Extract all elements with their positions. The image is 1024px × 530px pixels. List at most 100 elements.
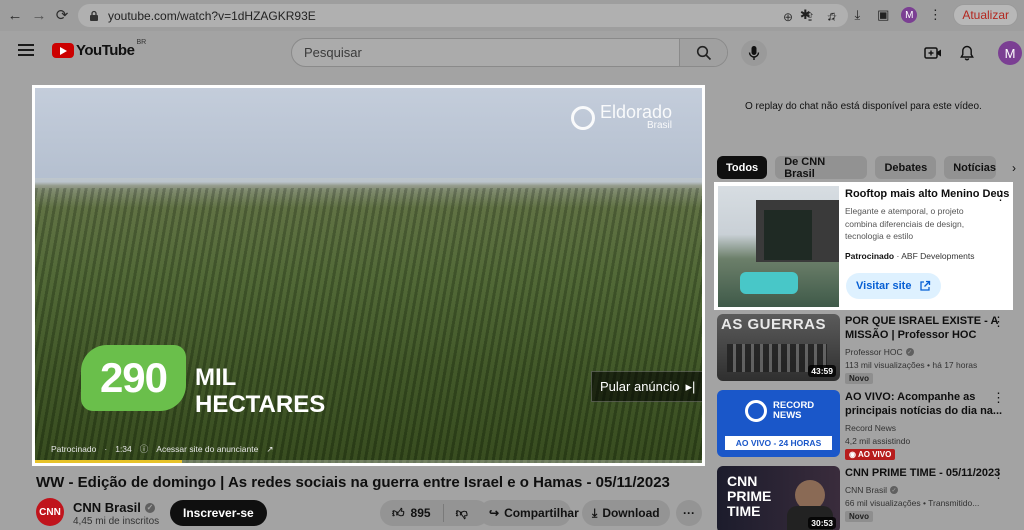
chat-replay-message: O replay do chat não está disponível par… xyxy=(745,101,982,112)
download-button[interactable]: ⤓ Download xyxy=(582,500,670,526)
more-horizontal-icon: ··· xyxy=(683,506,695,520)
advertiser-site-link[interactable]: Acessar site do anunciante xyxy=(156,444,258,454)
ad-title[interactable]: Rooftop mais alto Menino Deus xyxy=(845,188,1009,200)
new-badge: Novo xyxy=(845,511,873,522)
rec-thumb-sub: AO VIVO - 24 HORAS xyxy=(725,436,832,450)
rec-channel[interactable]: CNN Brasil xyxy=(845,485,887,495)
media-controls-icon[interactable]: ♫ xyxy=(823,7,839,23)
dislike-button[interactable]: 👎︎ xyxy=(444,506,480,521)
create-video-icon[interactable] xyxy=(920,40,946,66)
skip-ad-button[interactable]: Pular anúncio ▸| xyxy=(591,371,702,402)
recommendation-item[interactable]: CNN PRIME TIME 30:53 CNN PRIME TIME - 05… xyxy=(717,466,1017,530)
ad-info-icon[interactable]: ⓘ xyxy=(140,443,149,455)
rec-more-icon[interactable]: ⋮ xyxy=(992,314,1005,330)
subscriber-count: 4,45 mi de inscritos xyxy=(73,516,160,527)
address-bar[interactable]: youtube.com/watch?v=1dHZAGKR93E ⊕ ⇪ ☆ xyxy=(78,4,848,27)
rec-channel[interactable]: Professor HOC xyxy=(845,347,903,357)
skip-ad-label: Pular anúncio xyxy=(600,379,680,394)
like-dislike-group: 👍︎ 895 👎︎ xyxy=(380,500,489,526)
ad-sponsored-label: Patrocinado xyxy=(51,444,97,454)
channel-name-wrap: CNN Brasil ✓ xyxy=(73,500,155,515)
visit-site-button[interactable]: Visitar site xyxy=(846,273,942,299)
youtube-logo[interactable]: YouTube BR xyxy=(52,39,147,59)
ad-progress-fill xyxy=(35,460,182,463)
visit-site-label: Visitar site xyxy=(856,280,912,292)
recommendation-item[interactable]: RECORD NEWS AO VIVO - 24 HORAS AO VIVO: … xyxy=(717,390,1017,460)
channel-avatar[interactable]: CNN xyxy=(36,498,64,526)
download-icon: ⤓ xyxy=(592,505,598,520)
rec-title[interactable]: AO VIVO: Acompanhe as principais notícia… xyxy=(845,390,1005,418)
sponsored-ad-card[interactable]: Rooftop mais alto Menino Deus ⋮ Elegante… xyxy=(714,182,1013,310)
forward-icon[interactable]: → xyxy=(28,4,50,26)
like-button[interactable]: 👍︎ 895 xyxy=(380,504,444,522)
rec-more-icon[interactable]: ⋮ xyxy=(992,390,1005,406)
ad-thumbnail[interactable] xyxy=(718,186,839,307)
rec-thumbnail[interactable]: AS GUERRAS 43:59 xyxy=(717,314,840,381)
rec-title[interactable]: CNN PRIME TIME - 05/11/2023 xyxy=(845,466,1005,480)
watermark-name: Eldorado xyxy=(599,102,672,122)
recommendation-item[interactable]: AS GUERRAS 43:59 POR QUE ISRAEL EXISTE -… xyxy=(717,314,1017,384)
share-button[interactable]: ↪ Compartilhar xyxy=(479,500,579,526)
overlay-unit-line2: HECTARES xyxy=(195,391,326,418)
rec-thumb-text: CNN PRIME TIME xyxy=(727,473,772,519)
menu-icon[interactable] xyxy=(18,44,34,56)
chip-todos[interactable]: Todos xyxy=(717,156,768,179)
search-icon xyxy=(696,45,711,60)
chevron-right-icon[interactable]: › xyxy=(1004,156,1024,179)
ad-time: 1:34 xyxy=(115,444,132,454)
thumb-window xyxy=(764,210,812,260)
reload-icon[interactable]: ⟳ xyxy=(51,4,73,26)
rec-thumb-text: RECORD NEWS xyxy=(773,400,815,421)
rec-thumb-text: AS GUERRAS xyxy=(721,316,827,333)
voice-search-button[interactable] xyxy=(741,40,767,66)
rec-thumbnail[interactable]: RECORD NEWS AO VIVO - 24 HORAS xyxy=(717,390,840,457)
update-button[interactable]: Atualizar xyxy=(953,4,1018,26)
subscribe-button[interactable]: Inscrever-se xyxy=(170,500,267,526)
install-app-icon[interactable]: ⊕ xyxy=(780,9,796,25)
skip-next-icon: ▸| xyxy=(685,378,696,394)
rec-channel[interactable]: Record News xyxy=(845,423,896,433)
ad-info-bar: Patrocinado · 1:34 ⓘ Acessar site do anu… xyxy=(51,443,273,455)
rec-thumbnail[interactable]: CNN PRIME TIME 30:53 xyxy=(717,466,840,530)
chip-noticias[interactable]: Notícias e xyxy=(944,156,997,179)
search-box xyxy=(291,38,728,67)
downloads-icon[interactable]: ⤓ xyxy=(849,7,865,23)
chip-de-cnn-brasil[interactable]: De CNN Brasil xyxy=(775,156,868,180)
account-avatar[interactable]: M xyxy=(998,41,1022,65)
site-info-icon[interactable] xyxy=(88,10,100,22)
overlay-unit-line1: MIL xyxy=(195,364,237,391)
search-input[interactable] xyxy=(292,45,679,60)
verified-check-icon: ✓ xyxy=(905,348,914,356)
channel-name[interactable]: CNN Brasil xyxy=(73,500,141,515)
rec-more-icon[interactable]: ⋮ xyxy=(992,466,1005,482)
verified-check-icon: ✓ xyxy=(144,502,155,513)
youtube-play-icon xyxy=(52,43,74,58)
external-link-icon: ↗ xyxy=(266,443,274,454)
ad-meta: Patrocinado · ABF Developments xyxy=(845,251,974,261)
download-label: Download xyxy=(602,506,660,520)
video-player[interactable]: Eldorado Brasil 290 MIL HECTARES Pular a… xyxy=(35,88,702,463)
chip-debates[interactable]: Debates xyxy=(875,156,937,179)
kebab-menu-icon[interactable]: ⋮ xyxy=(927,7,943,23)
ad-progress-bar[interactable] xyxy=(35,460,702,463)
eldorado-logo-icon xyxy=(570,105,595,130)
thumbs-down-icon: 👎︎ xyxy=(455,505,468,520)
ad-dot: · xyxy=(104,444,108,454)
ad-more-icon[interactable]: ⋮ xyxy=(994,188,1007,204)
back-icon[interactable]: ← xyxy=(4,4,26,26)
duration-badge: 30:53 xyxy=(808,517,836,529)
rec-title[interactable]: POR QUE ISRAEL EXISTE - A MISSÃO | Profe… xyxy=(845,314,1005,342)
browser-profile-avatar[interactable]: M xyxy=(901,7,918,23)
more-actions-button[interactable]: ··· xyxy=(676,500,702,526)
search-button[interactable] xyxy=(679,39,727,66)
ad-description: Elegante e atemporal, o projeto combina … xyxy=(845,206,965,241)
duration-badge: 43:59 xyxy=(808,365,836,377)
microphone-icon xyxy=(748,46,760,60)
extensions-icon[interactable]: ✱ xyxy=(797,7,813,23)
verified-check-icon: ✓ xyxy=(890,486,899,494)
notifications-bell-icon[interactable] xyxy=(954,40,980,66)
live-badge-label: AO VIVO xyxy=(857,450,892,459)
open-external-icon xyxy=(920,280,931,291)
logo-region: BR xyxy=(136,39,147,46)
side-panel-icon[interactable]: ▣ xyxy=(875,7,891,23)
